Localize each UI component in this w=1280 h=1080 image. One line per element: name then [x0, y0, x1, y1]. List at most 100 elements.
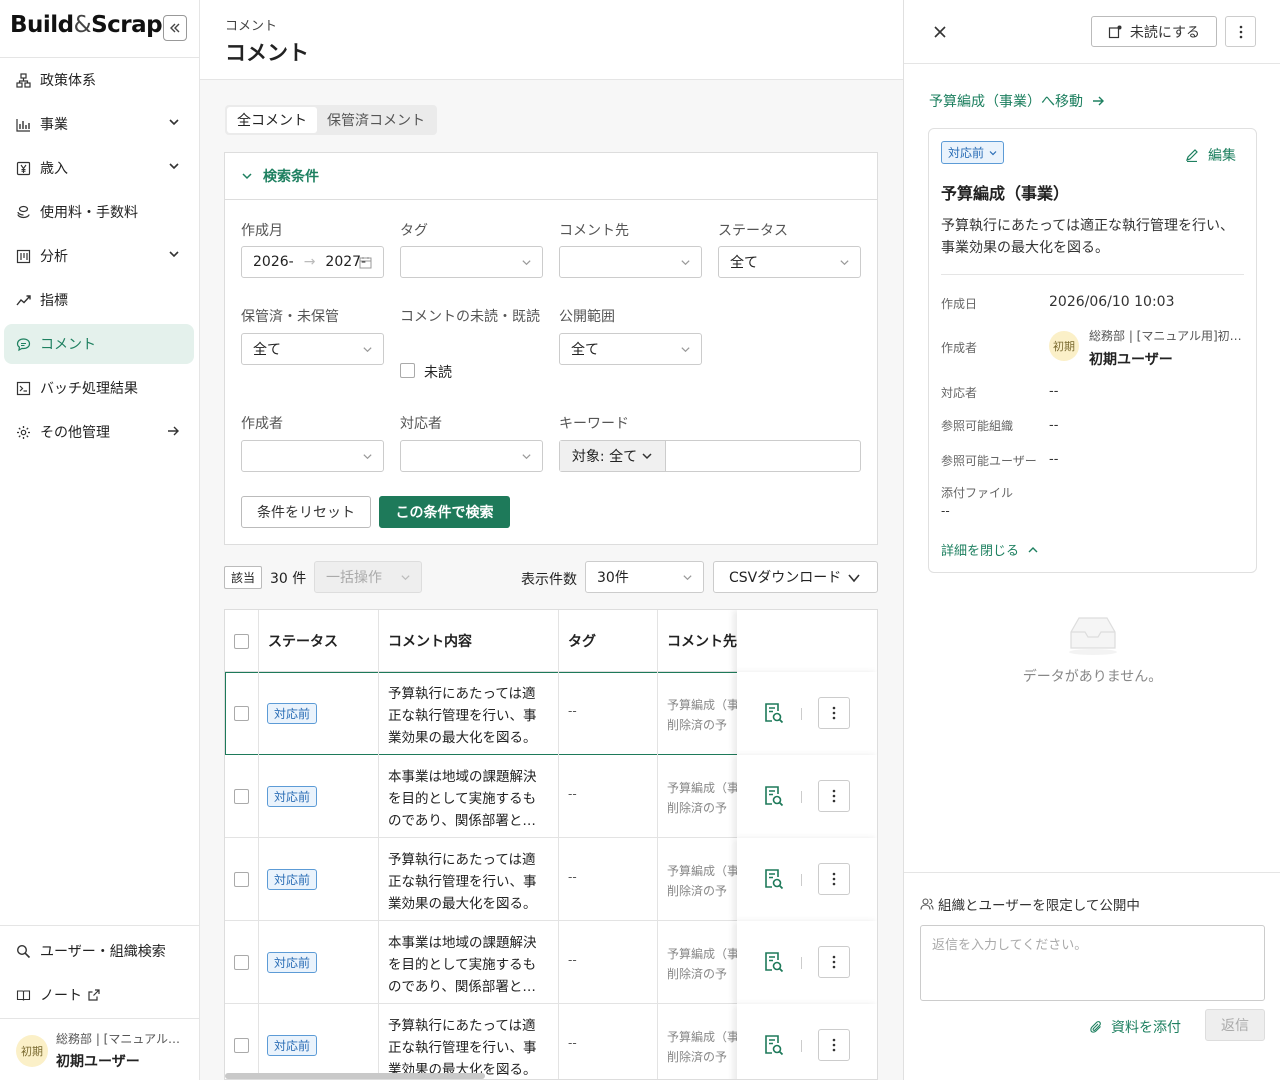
status-badge-dropdown[interactable]: 対応前: [941, 141, 1005, 164]
reply-input[interactable]: 返信を入力してください。: [920, 925, 1265, 1001]
tab-archived-comments[interactable]: 保管済コメント: [317, 107, 435, 133]
search-button[interactable]: この条件で検索: [379, 496, 510, 528]
close-icon[interactable]: [932, 24, 948, 40]
table-row[interactable]: 対応前 本事業は地域の課題解決を目的として実施するものであり、関係部署と… -- 予算…: [225, 921, 877, 1004]
row-checkbox[interactable]: [234, 872, 249, 887]
tab-all-comments[interactable]: 全コメント: [227, 107, 317, 133]
attach-file-button[interactable]: 資料を添付: [1089, 1017, 1181, 1037]
sidebar-item-fees[interactable]: 使用料・手数料: [4, 192, 194, 232]
content-cell: 予算執行にあたっては適正な執行管理を行い、事業効果の最大化を図る。: [379, 672, 559, 755]
csv-download-button[interactable]: CSVダウンロード: [713, 561, 878, 593]
row-more-button[interactable]: [818, 697, 850, 729]
sidebar-item-other[interactable]: その他管理: [4, 412, 194, 452]
status-label: ステータス: [718, 223, 788, 239]
reset-conditions-button[interactable]: 条件をリセット: [241, 496, 371, 528]
keyword-input[interactable]: [666, 441, 860, 471]
more-vertical-icon: [832, 872, 836, 886]
sidebar-item-label: 歳入: [40, 161, 68, 177]
sidebar-item-note[interactable]: ノート: [4, 975, 194, 1015]
table-row[interactable]: 対応前 予算執行にあたっては適正な執行管理を行い、事業効果の最大化を図る。 -- 予算…: [225, 838, 877, 921]
row-more-button[interactable]: [818, 946, 850, 978]
sidebar-item-comment[interactable]: コメント: [4, 324, 194, 364]
close-details-link[interactable]: 詳細を閉じる: [941, 540, 1039, 559]
panel-more-button[interactable]: [1225, 16, 1256, 47]
page-title: コメント: [225, 41, 309, 65]
view-detail-icon[interactable]: [764, 702, 784, 724]
target-value[interactable]: 予算編成（事 削除済の予: [667, 861, 739, 901]
row-checkbox[interactable]: [234, 1038, 249, 1053]
horizontal-scrollbar[interactable]: [225, 1073, 485, 1079]
avatar[interactable]: 初期: [16, 1035, 48, 1067]
view-detail-icon[interactable]: [764, 868, 784, 890]
status-select-value: 全て: [730, 255, 758, 271]
target-value[interactable]: 予算編成（事 削除済の予: [667, 944, 739, 984]
chevron-down-icon: [363, 454, 372, 460]
search-conditions-toggle[interactable]: 検索条件: [225, 153, 877, 200]
sidebar-item-batch[interactable]: バッチ処理結果: [4, 368, 194, 408]
mark-unread-button[interactable]: 未読にする: [1091, 16, 1217, 47]
select-all-checkbox[interactable]: [234, 633, 249, 649]
row-more-button[interactable]: [818, 863, 850, 895]
chevron-down-icon: [840, 260, 849, 266]
scope-select[interactable]: 全て: [559, 333, 702, 365]
comment-content: 予算執行にあたっては適正な執行管理を行い、事業効果の最大化を図る。: [388, 1018, 537, 1078]
unread-checkbox[interactable]: [400, 363, 415, 378]
keyword-label: キーワード: [559, 416, 629, 432]
chevron-down-icon: [242, 173, 252, 180]
chevron-down-icon: [681, 260, 690, 266]
comment-to-label: コメント先: [559, 223, 629, 239]
logo[interactable]: Build&Scrap: [10, 12, 163, 38]
table-header: ステータス コメント内容 タグ コメント先: [225, 610, 877, 672]
row-checkbox[interactable]: [234, 706, 249, 721]
target-cell: 予算編成（事 削除済の予: [658, 1004, 748, 1079]
author-avatar: 初期: [1049, 331, 1079, 361]
sidebar-item-project[interactable]: 事業: [4, 104, 194, 144]
comment-content: 本事業は地域の課題解決を目的として実施するものであり、関係部署と…: [388, 935, 537, 995]
archived-select[interactable]: 全て: [241, 333, 384, 365]
row-checkbox[interactable]: [234, 789, 249, 804]
sidebar-item-policy[interactable]: 政策体系: [4, 60, 194, 100]
view-detail-icon[interactable]: [764, 785, 784, 807]
column-header-target[interactable]: コメント先: [658, 610, 748, 672]
target-value[interactable]: 予算編成（事 削除済の予: [667, 695, 739, 735]
sidebar-item-revenue[interactable]: 歳入: [4, 148, 194, 188]
row-checkbox[interactable]: [234, 955, 249, 970]
column-header-tag[interactable]: タグ: [559, 610, 658, 672]
author-select[interactable]: [241, 440, 384, 472]
target-value[interactable]: 予算編成（事 削除済の予: [667, 778, 739, 818]
view-detail-icon[interactable]: [764, 1034, 784, 1056]
table-row[interactable]: 対応前 予算執行にあたっては適正な執行管理を行い、事業効果の最大化を図る。 -- 予算…: [225, 672, 877, 755]
breadcrumb[interactable]: コメント: [225, 15, 277, 34]
comment-to-select[interactable]: [559, 246, 702, 278]
edit-button[interactable]: 編集: [1185, 145, 1236, 165]
sidebar-item-label: ノート: [40, 988, 82, 1004]
move-to-target-link[interactable]: 予算編成（事業）へ移動: [929, 91, 1105, 111]
assignee-select[interactable]: [400, 440, 543, 472]
more-vertical-icon: [832, 706, 836, 720]
created-month-range[interactable]: 2026- → 2027-: [241, 246, 384, 278]
table-row[interactable]: 対応前 予算執行にあたっては適正な執行管理を行い、事業効果の最大化を図る。 -- 予算…: [225, 1004, 877, 1079]
tag-select[interactable]: [400, 246, 543, 278]
column-header-status[interactable]: ステータス: [259, 610, 379, 672]
arrow-right-icon: [168, 426, 179, 436]
bulk-action-button[interactable]: 一括操作: [314, 561, 422, 593]
row-more-button[interactable]: [818, 780, 850, 812]
comment-content: 予算執行にあたっては適正な執行管理を行い、事業効果の最大化を図る。: [388, 686, 537, 746]
page-size-select[interactable]: 30件: [585, 561, 704, 593]
sidebar-item-user-search[interactable]: ユーザー・組織検索: [4, 931, 194, 971]
visible-user-value: --: [1049, 452, 1059, 467]
target-value[interactable]: 予算編成（事 削除済の予: [667, 1027, 739, 1067]
more-vertical-icon: [832, 789, 836, 803]
reply-button[interactable]: 返信: [1205, 1009, 1265, 1041]
sidebar-item-indicator[interactable]: 指標: [4, 280, 194, 320]
row-more-button[interactable]: [818, 1029, 850, 1061]
sidebar-item-analysis[interactable]: 分析: [4, 236, 194, 276]
double-chevron-left-icon: [170, 23, 180, 33]
table-row[interactable]: 対応前 本事業は地域の課題解決を目的として実施するものであり、関係部署と… -- 予算…: [225, 755, 877, 838]
keyword-target-select[interactable]: 対象: 全て: [560, 441, 666, 471]
column-header-content[interactable]: コメント内容: [379, 610, 559, 672]
view-detail-icon[interactable]: [764, 951, 784, 973]
created-date-value: 2026/06/10 10:03: [1049, 294, 1175, 310]
status-select[interactable]: 全て: [718, 246, 861, 278]
collapse-sidebar-button[interactable]: [163, 15, 187, 41]
